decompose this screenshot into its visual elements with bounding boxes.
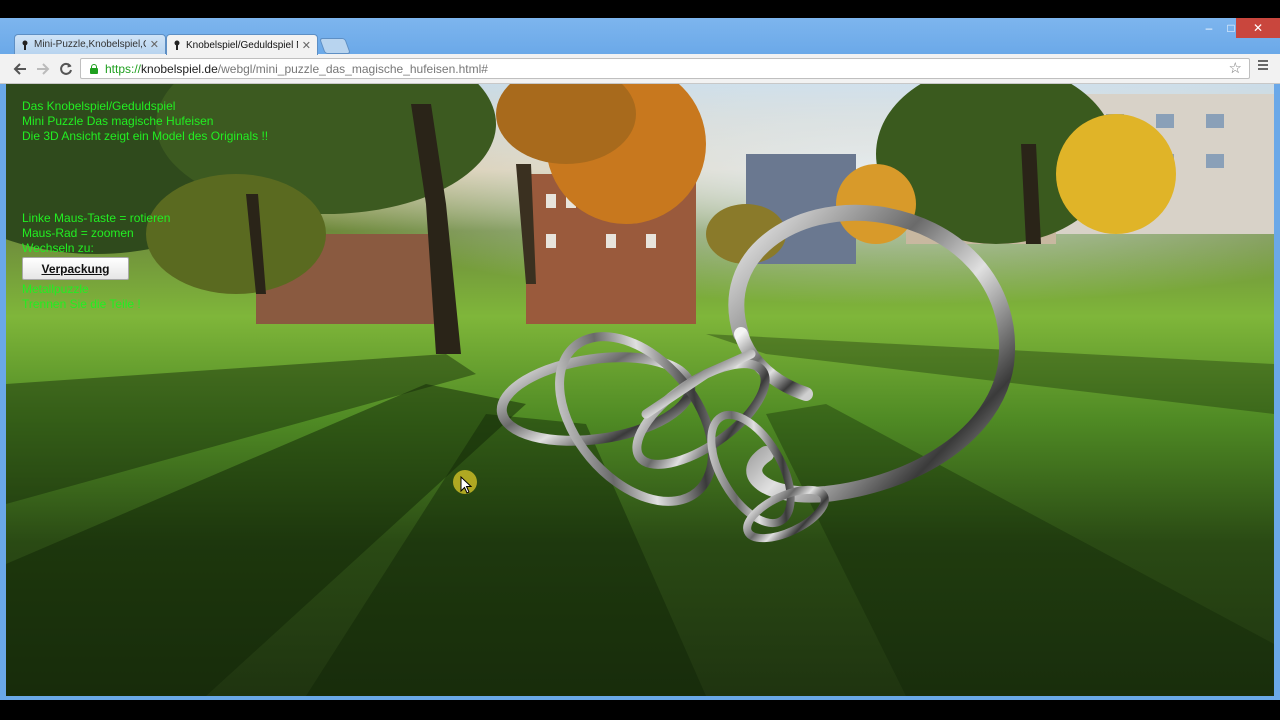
new-tab-button[interactable] xyxy=(319,38,351,54)
tab-mini-puzzle[interactable]: Mini-Puzzle,Knobelspiel,G ✕ xyxy=(14,34,166,54)
screen-bottom-border xyxy=(0,700,1280,720)
puzzle-info: Metallpuzzle Trennen Sie die Teile ! xyxy=(22,282,141,312)
url-scheme: https:// xyxy=(105,61,142,76)
close-window-button[interactable]: ✕ xyxy=(1236,18,1280,38)
back-arrow-icon[interactable] xyxy=(11,60,29,78)
tab-title: Knobelspiel/Geduldspiel M xyxy=(186,39,298,51)
help-line: Maus-Rad = zoomen xyxy=(22,226,134,240)
info-line: Trennen Sie die Teile ! xyxy=(22,297,141,311)
reload-icon[interactable] xyxy=(57,60,75,78)
help-line: Linke Maus-Taste = rotieren xyxy=(22,211,171,225)
address-bar[interactable]: https://knobelspiel.de/webgl/mini_puzzle… xyxy=(80,58,1250,79)
mouse-pointer-icon xyxy=(460,476,472,494)
metal-puzzle-model[interactable] xyxy=(486,194,1026,544)
url-path: /webgl/mini_puzzle_das_magische_hufeisen… xyxy=(217,61,488,76)
info-line: Metallpuzzle xyxy=(22,282,89,296)
tab-close-icon[interactable]: ✕ xyxy=(302,39,311,52)
forward-arrow-icon[interactable] xyxy=(34,60,52,78)
bookmark-star-icon[interactable]: ☆ xyxy=(1229,59,1242,77)
url-host: knobelspiel.de xyxy=(141,61,218,76)
webgl-canvas[interactable] xyxy=(6,84,1274,696)
intro-line: Das Knobelspiel/Geduldspiel xyxy=(22,99,176,113)
tab-favicon xyxy=(22,40,28,50)
intro-line: Die 3D Ansicht zeigt ein Model des Origi… xyxy=(22,129,269,143)
controls-help: Linke Maus-Taste = rotieren Maus-Rad = z… xyxy=(22,211,170,256)
chrome-menu-icon[interactable] xyxy=(1258,60,1268,70)
tab-knobelspiel[interactable]: Knobelspiel/Geduldspiel M ✕ xyxy=(166,34,318,55)
tab-favicon xyxy=(174,40,180,50)
tab-close-icon[interactable]: ✕ xyxy=(150,38,159,51)
intro-line: Mini Puzzle Das magische Hufeisen xyxy=(22,114,214,128)
screen-top-border xyxy=(0,0,1280,18)
browser-toolbar: https://knobelspiel.de/webgl/mini_puzzle… xyxy=(0,54,1280,84)
tab-title: Mini-Puzzle,Knobelspiel,G xyxy=(34,39,146,50)
help-line: Wechseln zu: xyxy=(22,241,94,255)
switch-to-packaging-button[interactable]: Verpackung xyxy=(22,257,129,280)
tab-strip: Mini-Puzzle,Knobelspiel,G ✕ Knobelspiel/… xyxy=(0,18,1280,56)
page-intro: Das Knobelspiel/Geduldspiel Mini Puzzle … xyxy=(22,99,268,144)
lock-icon xyxy=(89,63,99,74)
